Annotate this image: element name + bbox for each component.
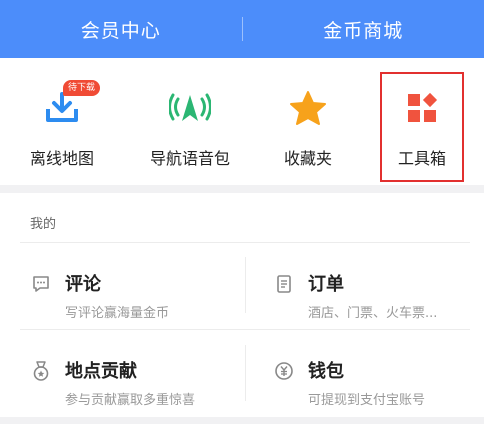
quick-item-voice-pack[interactable]: 导航语音包 [140,58,240,185]
wallet-icon [273,360,295,382]
mine-item-subtitle: 写评论赢海量金币 [65,306,170,321]
tab-coin-mall[interactable]: 金币商城 [243,0,484,58]
mine-item-comments[interactable]: 评论 写评论赢海量金币 [30,268,250,328]
pending-download-badge: 待下载 [63,80,101,96]
quick-item-offline-map[interactable]: 待下载 离线地图 [20,58,104,185]
mine-item-subtitle: 参与贡献赢取多重惊喜 [65,393,196,408]
toolbox-highlight-box [380,72,464,182]
voice-broadcast-icon [168,86,212,130]
mine-item-title: 订单 [308,274,344,295]
divider [20,242,470,243]
quick-item-label: 导航语音包 [149,149,231,168]
mine-section: 我的 评论 写评论赢海量金币 订单 酒店、门票、火车票... 地点贡献 参与贡献… [0,193,484,417]
mine-item-wallet[interactable]: 钱包 可提现到支付宝账号 [273,355,484,415]
medal-icon [30,360,52,382]
comment-icon [30,273,52,295]
mine-item-place-contribution[interactable]: 地点贡献 参与贡献赢取多重惊喜 [30,355,250,415]
quick-item-label: 收藏夹 [283,149,333,168]
divider [20,329,470,330]
mine-item-title: 评论 [65,274,101,295]
mine-item-title: 钱包 [308,361,344,382]
order-icon [273,273,295,295]
quick-item-label: 离线地图 [29,149,95,168]
download-icon: 待下载 [40,80,101,130]
tab-member-center[interactable]: 会员中心 [0,0,242,58]
mine-item-orders[interactable]: 订单 酒店、门票、火车票... [273,268,484,328]
quick-item-favorites[interactable]: 收藏夹 [266,58,350,185]
mine-item-subtitle: 酒店、门票、火车票... [308,306,438,321]
mine-item-subtitle: 可提现到支付宝账号 [308,393,426,408]
star-icon [286,86,330,130]
top-tab-bar: 会员中心 金币商城 [0,0,484,58]
mine-item-title: 地点贡献 [65,361,137,382]
section-title: 我的 [30,217,57,232]
